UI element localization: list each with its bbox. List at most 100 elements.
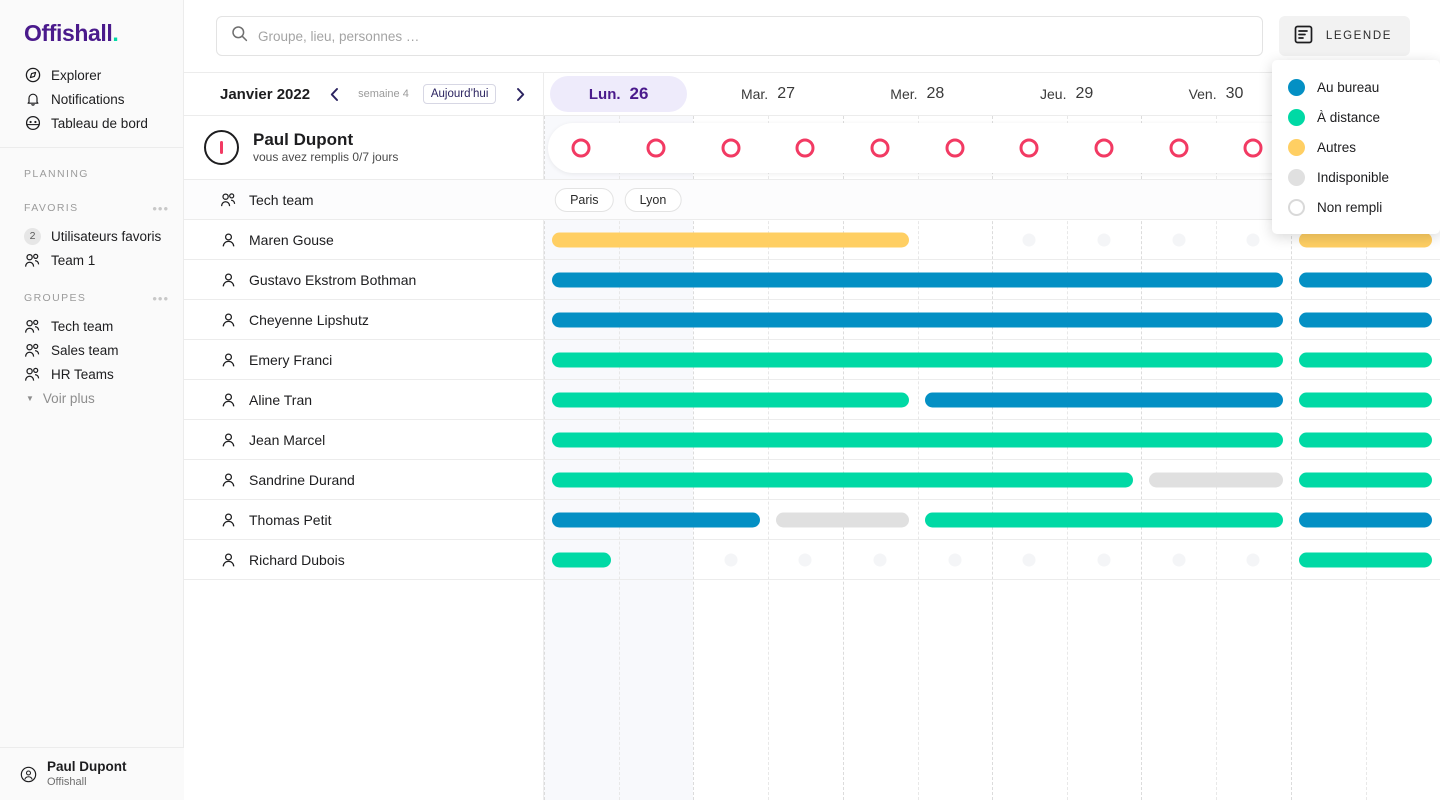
current-user-name: Paul Dupont	[253, 130, 354, 150]
availability-bar-au-bureau[interactable]	[552, 312, 1283, 327]
sidebar-item-explorer[interactable]: Explorer	[0, 63, 183, 87]
legend-item-distance[interactable]: À distance	[1272, 102, 1440, 132]
availability-bar-au-bureau[interactable]	[925, 392, 1283, 407]
table-row[interactable]: Gustavo Ekstrom Bothman	[184, 260, 1440, 300]
day-header-30[interactable]: Ven. 30	[1141, 72, 1290, 116]
sidebar-item-team-1[interactable]: Team 1	[0, 248, 183, 272]
non-rempli-slot-icon[interactable]	[1019, 138, 1039, 157]
sidebar-item-dashboard[interactable]: Tableau de bord	[0, 111, 183, 135]
today-button[interactable]: Aujourd’hui	[422, 83, 497, 105]
non-rempli-slot-icon[interactable]	[721, 138, 741, 157]
empty-slot[interactable]	[1022, 233, 1036, 246]
empty-slot[interactable]	[1097, 233, 1111, 246]
chevron-left-icon[interactable]	[324, 84, 344, 104]
availability-bar-a-distance[interactable]	[1298, 472, 1432, 487]
legend-button[interactable]: LEGENDE	[1278, 16, 1410, 56]
empty-slot[interactable]	[1246, 233, 1260, 246]
availability-bar-a-distance[interactable]	[552, 552, 611, 567]
non-rempli-slot-icon[interactable]	[1169, 138, 1189, 157]
availability-bar-a-distance[interactable]	[552, 472, 1134, 487]
groupes-more-icon[interactable]: •••	[152, 292, 169, 305]
day-header-27[interactable]: Mar. 27	[693, 72, 842, 116]
availability-bar-a-distance[interactable]	[925, 512, 1283, 527]
favoris-more-icon[interactable]: •••	[152, 202, 169, 215]
table-row[interactable]: Sandrine Durand	[184, 460, 1440, 500]
availability-bar-a-distance[interactable]	[552, 432, 1283, 447]
table-row[interactable]: Richard Dubois	[184, 540, 1440, 580]
current-user-row: Paul Dupont vous avez remplis 0/7 jours	[184, 116, 1440, 180]
availability-bar-autres[interactable]	[552, 232, 910, 247]
legend-item-non-rempli[interactable]: Non rempli	[1272, 192, 1440, 222]
legend-item-autres[interactable]: Autres	[1272, 132, 1440, 162]
current-user-subtitle: vous avez remplis 0/7 jours	[253, 150, 399, 165]
empty-slot[interactable]	[1172, 553, 1186, 566]
day-header-29[interactable]: Jeu. 29	[992, 72, 1141, 116]
availability-bar-a-distance[interactable]	[1298, 552, 1432, 567]
availability-bar-au-bureau[interactable]	[552, 512, 760, 527]
location-chip[interactable]: Paris	[555, 187, 614, 212]
legend-item-label: Autres	[1317, 139, 1357, 155]
availability-bar-indisponible[interactable]	[776, 512, 910, 527]
non-rempli-slot-icon[interactable]	[1094, 138, 1114, 157]
person-name: Jean Marcel	[249, 431, 326, 448]
empty-slot[interactable]	[1097, 553, 1111, 566]
non-rempli-slot-icon[interactable]	[870, 138, 890, 157]
day-number: 30	[1225, 85, 1244, 102]
table-row[interactable]: Aline Tran	[184, 380, 1440, 420]
empty-slot[interactable]	[1246, 553, 1260, 566]
sidebar-item-sales-team[interactable]: Sales team	[0, 338, 183, 362]
sidebar-item-utilisateurs-favoris[interactable]: 2 Utilisateurs favoris	[0, 224, 183, 248]
empty-slot[interactable]	[724, 553, 738, 566]
legend-popover: Au bureau À distance Autres Indisponible Non…	[1272, 60, 1440, 234]
table-row[interactable]: Thomas Petit	[184, 500, 1440, 540]
legend-item-label: Non rempli	[1317, 199, 1383, 215]
search-box[interactable]	[216, 16, 1263, 56]
availability-bar-a-distance[interactable]	[552, 352, 1283, 367]
availability-bar-a-distance[interactable]	[1298, 432, 1432, 447]
chevron-right-icon[interactable]	[510, 84, 530, 104]
availability-bar-au-bureau[interactable]	[1298, 512, 1432, 527]
person-track	[544, 420, 1440, 459]
availability-bar-a-distance[interactable]	[1298, 392, 1432, 407]
non-rempli-slot-icon[interactable]	[945, 138, 965, 157]
table-row[interactable]: Cheyenne Lipshutz	[184, 300, 1440, 340]
brand-logo[interactable]: Offishall.	[0, 0, 183, 59]
person-label: Jean Marcel	[184, 420, 544, 459]
non-rempli-slot-icon[interactable]	[571, 138, 591, 157]
sidebar-item-hr-teams[interactable]: HR Teams	[0, 362, 183, 386]
empty-slot[interactable]	[873, 553, 887, 566]
table-row[interactable]: Maren Gouse	[184, 220, 1440, 260]
table-row[interactable]: Jean Marcel	[184, 420, 1440, 460]
search-input[interactable]	[258, 28, 1248, 44]
day-header-28[interactable]: Mer. 28	[843, 72, 992, 116]
empty-slot[interactable]	[798, 553, 812, 566]
person-name: Thomas Petit	[249, 511, 332, 528]
user-circle-icon	[20, 766, 37, 783]
non-rempli-slot-icon[interactable]	[1243, 138, 1263, 157]
non-rempli-slot-icon[interactable]	[646, 138, 666, 157]
availability-bar-au-bureau[interactable]	[1298, 312, 1432, 327]
person-name: Sandrine Durand	[249, 471, 355, 488]
sidebar-item-notifications[interactable]: Notifications	[0, 87, 183, 111]
legend-item-indisponible[interactable]: Indisponible	[1272, 162, 1440, 192]
availability-bar-a-distance[interactable]	[552, 392, 910, 407]
compass-icon	[24, 67, 41, 84]
empty-slot[interactable]	[1172, 233, 1186, 246]
group-row-tech-team[interactable]: Tech teamParisLyonParisLyon	[184, 180, 1440, 220]
availability-bar-autres[interactable]	[1298, 232, 1432, 247]
day-header-26[interactable]: Lun. 26	[544, 72, 693, 116]
availability-bar-a-distance[interactable]	[1298, 352, 1432, 367]
non-rempli-slot-icon[interactable]	[795, 138, 815, 157]
table-row[interactable]: Emery Franci	[184, 340, 1440, 380]
availability-bar-au-bureau[interactable]	[1298, 272, 1432, 287]
empty-slot[interactable]	[948, 553, 962, 566]
location-chip[interactable]: Lyon	[624, 187, 682, 212]
sidebar-profile[interactable]: Paul Dupont Offishall	[0, 747, 184, 800]
sidebar-item-tech-team[interactable]: Tech team	[0, 314, 183, 338]
availability-bar-au-bureau[interactable]	[552, 272, 1283, 287]
groupes-title: GROUPES	[24, 292, 87, 304]
empty-slot[interactable]	[1022, 553, 1036, 566]
voir-plus-toggle[interactable]: ▼ Voir plus	[0, 386, 183, 410]
legend-item-au-bureau[interactable]: Au bureau	[1272, 72, 1440, 102]
availability-bar-indisponible[interactable]	[1149, 472, 1283, 487]
